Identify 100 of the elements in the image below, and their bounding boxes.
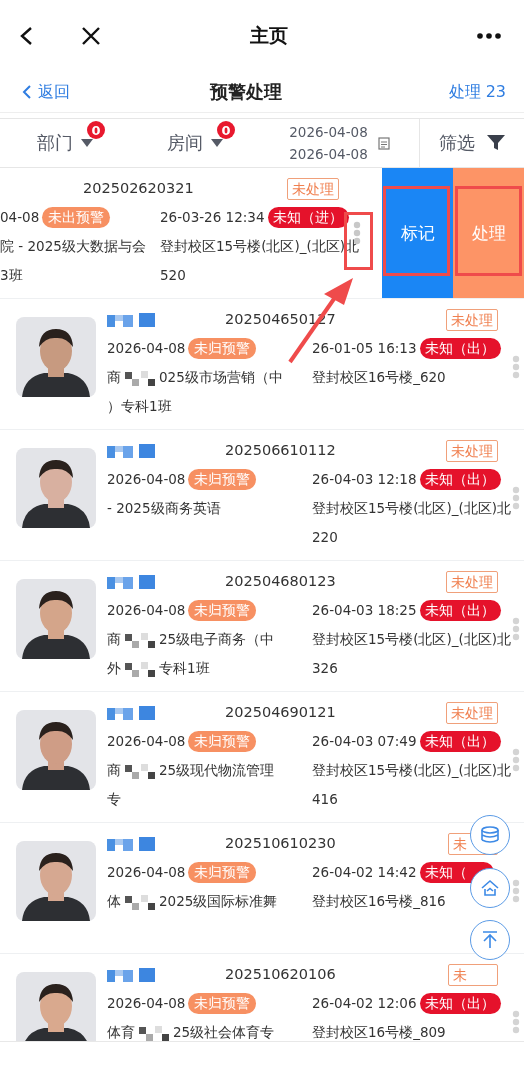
redacted-name <box>107 965 155 984</box>
date-text: 04-08 <box>0 208 40 227</box>
room-text: 登封校区16号楼_809 <box>312 1023 446 1041</box>
room-text: 登封校区15号楼(北区)_(北区)北 <box>312 761 511 780</box>
status-tag: 未 <box>448 963 498 986</box>
filter-button[interactable]: 筛选 <box>419 119 524 167</box>
room-text: 登封校区15号楼(北区)_(北区)北 <box>312 499 511 518</box>
department-text: 3班 <box>0 266 23 285</box>
room-text: 326 <box>312 659 338 678</box>
filter-dropdown[interactable]: 房间 0 <box>130 119 260 167</box>
department-text: 025级市场营销（中 <box>159 368 283 387</box>
direction-tag: 未知（进） <box>268 207 350 228</box>
record-row[interactable]: 202504690121 未处理 2026-04-08 未归预警 商 25级现代物流管理 专 26-04-03 07:49 未知（出） 登封校区15号楼(北区)_(北区)北 416 <box>0 692 524 823</box>
chevron-icon <box>22 84 32 100</box>
filter-dropdown[interactable]: 部门 0 <box>0 119 130 167</box>
date-to[interactable]: 2026-04-08 <box>289 144 368 164</box>
department-text: 2025级国际标准舞 <box>159 892 278 911</box>
back-to-top-icon[interactable] <box>470 920 510 960</box>
status-tag: 未处理 <box>446 701 498 724</box>
warning-tag: 未归预警 <box>188 338 257 359</box>
department-text: 商 <box>107 630 121 649</box>
date-text: 2026-04-08 <box>107 601 186 620</box>
room-text: 416 <box>312 790 338 809</box>
student-id: 202510610230 <box>225 834 336 853</box>
student-id: 202502620321 <box>83 179 194 198</box>
highlight-box <box>344 212 373 270</box>
department-text: 专 <box>107 790 121 809</box>
student-id: 202504690121 <box>225 703 336 722</box>
time-text: 26-04-03 12:18 <box>312 470 417 489</box>
date-text: 2026-04-08 <box>107 339 186 358</box>
redaction-mosaic <box>123 659 157 678</box>
record-row[interactable]: 202504680123 未处理 2026-04-08 未归预警 商 25级电子商务（中 外 专科1班 26-04-03 18:25 未知（出） 登封校区15号楼(北区)_(北区)北 326 <box>0 561 524 692</box>
time-text: 26-01-05 16:13 <box>312 339 417 358</box>
department-text: 体 <box>107 892 121 911</box>
section-title: 预警处理 <box>208 80 283 104</box>
redacted-name <box>107 834 155 853</box>
page-title: 主页 <box>249 23 289 48</box>
room-text: 登封校区16号楼_620 <box>312 368 446 387</box>
date-from[interactable]: 2026-04-08 <box>289 122 368 142</box>
redacted-name <box>107 441 155 460</box>
direction-tag: 未知（出） <box>420 993 502 1014</box>
status-tag: 未处理 <box>446 308 498 331</box>
date-text: 2026-04-08 <box>107 994 186 1013</box>
room-text: 登封校区16号楼_816 <box>312 892 446 911</box>
department-text: 25级电子商务（中 <box>159 630 275 649</box>
redaction-mosaic <box>123 761 157 780</box>
department-text: ）专科1班 <box>107 397 172 416</box>
redaction-mosaic <box>123 368 157 387</box>
student-id: 202506610112 <box>225 441 336 460</box>
warning-tag: 未归预警 <box>188 993 257 1014</box>
direction-tag: 未知（出） <box>420 731 502 752</box>
time-text: 26-04-03 07:49 <box>312 732 417 751</box>
time-text: 26-04-02 12:06 <box>312 994 417 1013</box>
student-id: 202510620106 <box>225 965 336 984</box>
department-text: - 2025级商务英语 <box>107 499 221 518</box>
stack-icon[interactable] <box>470 815 510 855</box>
filter-icon <box>487 135 505 151</box>
warning-tag: 未归预警 <box>188 731 257 752</box>
department-text: 商 <box>107 368 121 387</box>
redaction-mosaic <box>123 892 157 911</box>
direction-tag: 未知（出） <box>420 338 502 359</box>
redacted-name <box>107 703 155 722</box>
redacted-name <box>107 310 155 329</box>
process-count-link[interactable]: 处理 23 <box>422 81 506 103</box>
home-icon[interactable] <box>470 868 510 908</box>
time-text: 26-04-02 14:42 <box>312 863 417 882</box>
caret-icon <box>211 139 223 147</box>
caret-icon <box>81 139 93 147</box>
calendar-icon[interactable] <box>377 136 390 150</box>
count-badge: 0 <box>87 121 105 139</box>
back-link[interactable]: 返回 <box>18 81 70 103</box>
room-text: 登封校区15号楼(北区)_(北区)北 <box>312 630 511 649</box>
department-text: 专科1班 <box>159 659 210 678</box>
student-id: 202504680123 <box>225 572 336 591</box>
mark-button[interactable]: 标记 <box>382 168 453 298</box>
status-tag: 未处理 <box>287 177 339 200</box>
redacted-name <box>107 572 155 591</box>
status-tag: 未处理 <box>446 439 498 462</box>
status-tag: 未处理 <box>446 570 498 593</box>
department-text: 25级社会体育专 <box>173 1023 275 1041</box>
department-text: 院 - 2025级大数据与会 <box>0 237 146 256</box>
record-row[interactable]: 202506610112 未处理 2026-04-08 未归预警 - 2025级商务英语 26-04-03 12:18 未知（出） 登封校区15号楼(北区)_(北区)北 220 <box>0 430 524 561</box>
direction-tag: 未知（出） <box>420 469 502 490</box>
redaction-mosaic <box>123 630 157 649</box>
department-text: 外 <box>107 659 121 678</box>
room-text: 220 <box>312 528 338 547</box>
count-badge: 0 <box>217 121 235 139</box>
department-text: 25级现代物流管理 <box>159 761 275 780</box>
warning-tag: 未归预警 <box>188 600 257 621</box>
time-text: 26-03-26 12:34 <box>160 208 265 227</box>
department-text: 体育 <box>107 1023 135 1041</box>
room-text: 520 <box>160 266 186 285</box>
warning-tag: 未归预警 <box>188 469 257 490</box>
direction-tag: 未知（出） <box>420 600 502 621</box>
date-text: 2026-04-08 <box>107 470 186 489</box>
date-text: 2026-04-08 <box>107 732 186 751</box>
department-text: 商 <box>107 761 121 780</box>
warning-tag: 未归预警 <box>188 862 257 883</box>
date-text: 2026-04-08 <box>107 863 186 882</box>
warning-tag: 未出预警 <box>42 207 111 228</box>
